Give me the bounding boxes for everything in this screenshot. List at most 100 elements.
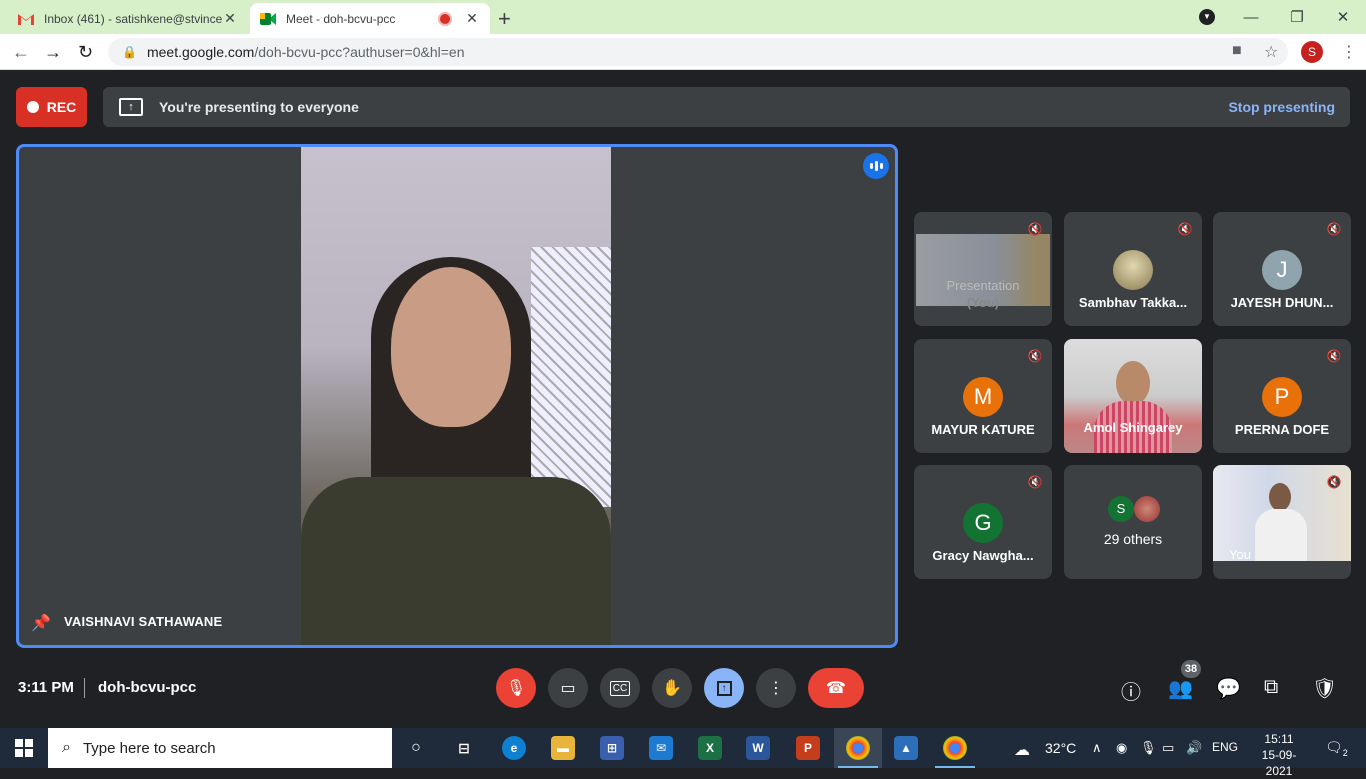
self-tile[interactable]: 🔇 You	[1213, 465, 1351, 579]
participant-tile[interactable]: 🔇 Presentation (You)	[914, 212, 1052, 326]
pin-icon[interactable]: 📌	[31, 613, 51, 633]
recording-badge[interactable]: REC	[16, 87, 87, 127]
tab-search-icon[interactable]: ▼	[1199, 9, 1215, 25]
meeting-controls-bar: 3:11 PM doh-bcvu-pcc 🎙 ▭ CC ✋ ↑ ⋮ ☎ ⓘ 👥 …	[0, 648, 1366, 728]
screen-overlay-label: Presentation	[946, 278, 1020, 293]
record-dot-icon	[26, 101, 39, 113]
host-controls-icon[interactable]: 🛡	[1312, 676, 1337, 701]
people-count-badge: 38	[1181, 660, 1201, 678]
hand-icon: ✋	[662, 680, 682, 697]
address-bar-row: ← → ↻ 🔒 meet.google.com/doh-bcvu-pcc?aut…	[0, 34, 1366, 70]
avatar	[1134, 496, 1160, 522]
chat-icon[interactable]: 💬	[1216, 676, 1241, 701]
muted-mic-icon: 🔇	[1326, 349, 1342, 363]
muted-mic-icon: 🔇	[1326, 222, 1342, 236]
meeting-code: doh-bcvu-pcc	[98, 679, 197, 696]
taskbar-clock[interactable]: 15:11 15-09-2021	[1254, 731, 1304, 779]
camera-icon: ▭	[560, 680, 576, 697]
participant-video	[1064, 339, 1202, 453]
avatar: G	[963, 503, 1003, 543]
close-tab-icon[interactable]: ✕	[222, 10, 238, 27]
more-vert-icon: ⋮	[768, 680, 784, 697]
volume-icon[interactable]: 🔊	[1186, 740, 1202, 756]
camera-toggle-button[interactable]: ▭	[548, 668, 588, 708]
chrome-profile-icon[interactable]	[846, 736, 870, 760]
profile-avatar[interactable]: S	[1301, 41, 1323, 63]
tab-meet[interactable]: Meet - doh-bcvu-pcc ✕	[250, 3, 490, 34]
chrome-icon[interactable]	[943, 736, 967, 760]
url-input[interactable]: 🔒 meet.google.com/doh-bcvu-pcc?authuser=…	[108, 38, 1288, 66]
hang-up-icon: ☎	[826, 680, 846, 697]
tab-gmail[interactable]: Inbox (461) - satishkene@stvince ✕	[8, 3, 248, 34]
muted-mic-icon: 🔇	[1027, 475, 1043, 489]
more-options-button[interactable]: ⋮	[756, 668, 796, 708]
recording-indicator-icon	[440, 13, 450, 24]
photos-icon[interactable]: ▲	[894, 736, 918, 760]
excel-icon[interactable]: X	[698, 736, 722, 760]
speaker-video	[301, 147, 611, 645]
meeting-time: 3:11 PM	[18, 679, 74, 696]
others-tile[interactable]: S 29 others	[1064, 465, 1202, 579]
browser-menu-icon[interactable]: ⋮	[1341, 42, 1357, 62]
presenting-banner: ↑ You're presenting to everyone Stop pre…	[103, 87, 1350, 127]
activities-icon[interactable]: ⧉	[1264, 676, 1278, 699]
tray-camera-icon[interactable]: ◉	[1116, 740, 1127, 756]
muted-mic-icon: 🔇	[1177, 222, 1193, 236]
participant-tile[interactable]: 🔇 P PRERNA DOFE	[1213, 339, 1351, 453]
close-tab-icon[interactable]: ✕	[464, 10, 480, 27]
language-indicator[interactable]: ENG	[1212, 740, 1238, 754]
stop-presenting-button[interactable]: Stop presenting	[1228, 99, 1335, 115]
captions-button[interactable]: CC	[600, 668, 640, 708]
weather-temp[interactable]: 32°C	[1045, 740, 1076, 756]
muted-mic-icon: 🔇	[1027, 222, 1043, 236]
windows-start-icon[interactable]	[15, 739, 33, 757]
captions-icon: CC	[609, 680, 631, 696]
tray-chevron-icon[interactable]: ∧	[1092, 740, 1102, 756]
tab-title: Inbox (461) - satishkene@stvince	[44, 11, 222, 26]
presenting-text: You're presenting to everyone	[159, 99, 359, 115]
speaker-name: VAISHNAVI SATHAWANE	[64, 614, 223, 629]
task-view-icon[interactable]: ⊟	[452, 736, 476, 760]
avatar: J	[1262, 250, 1302, 290]
browser-tab-bar: Inbox (461) - satishkene@stvince ✕ Meet …	[0, 0, 1366, 34]
notification-icon[interactable]: 🗨2	[1325, 739, 1348, 758]
lock-icon: 🔒	[122, 45, 137, 59]
tray-mic-icon[interactable]: 🎙	[1140, 740, 1157, 756]
weather-icon[interactable]: ☁	[1014, 740, 1030, 760]
reload-icon[interactable]: ↻	[78, 42, 93, 63]
mic-toggle-button[interactable]: 🎙	[496, 668, 536, 708]
close-window-icon[interactable]: ✕	[1320, 8, 1366, 26]
new-tab-icon[interactable]: +	[498, 6, 511, 32]
powerpoint-icon[interactable]: P	[796, 736, 820, 760]
back-icon[interactable]: ←	[12, 42, 30, 63]
participant-tile[interactable]: 🔇 Sambhav Takka...	[1064, 212, 1202, 326]
cortana-icon[interactable]: ○	[404, 736, 428, 760]
tab-title: Meet - doh-bcvu-pcc	[286, 11, 396, 26]
participant-tile[interactable]: Amol Shingarey	[1064, 339, 1202, 453]
avatar	[1113, 250, 1153, 290]
participant-tile[interactable]: 🔇 M MAYUR KATURE	[914, 339, 1052, 453]
people-icon[interactable]: 👥	[1168, 676, 1193, 701]
edge-icon[interactable]: e	[502, 736, 526, 760]
camera-permission-icon[interactable]: ■	[1232, 42, 1242, 60]
minimize-icon[interactable]: —	[1228, 9, 1274, 26]
meeting-details-icon[interactable]: ⓘ	[1121, 676, 1141, 705]
word-icon[interactable]: W	[746, 736, 770, 760]
main-speaker-tile[interactable]: 📌 VAISHNAVI SATHAWANE	[16, 144, 898, 648]
present-button[interactable]: ↑	[704, 668, 744, 708]
window-controls: — ❐ ✕	[1228, 0, 1366, 34]
network-icon[interactable]: ▭	[1162, 740, 1174, 756]
participant-tile[interactable]: 🔇 G Gracy Nawgha...	[914, 465, 1052, 579]
file-explorer-icon[interactable]: ▬	[551, 736, 575, 760]
bookmark-star-icon[interactable]: ☆	[1264, 42, 1278, 62]
mail-icon[interactable]: ✉	[649, 736, 673, 760]
raise-hand-button[interactable]: ✋	[652, 668, 692, 708]
participant-tile[interactable]: 🔇 J JAYESH DHUN...	[1213, 212, 1351, 326]
store-icon[interactable]: ⊞	[600, 736, 624, 760]
gmail-icon	[18, 11, 34, 27]
leave-call-button[interactable]: ☎	[808, 668, 864, 708]
maximize-icon[interactable]: ❐	[1274, 8, 1320, 26]
taskbar-search-input[interactable]: ⌕ Type here to search	[48, 728, 392, 768]
forward-icon[interactable]: →	[44, 42, 62, 63]
search-icon: ⌕	[62, 739, 71, 756]
